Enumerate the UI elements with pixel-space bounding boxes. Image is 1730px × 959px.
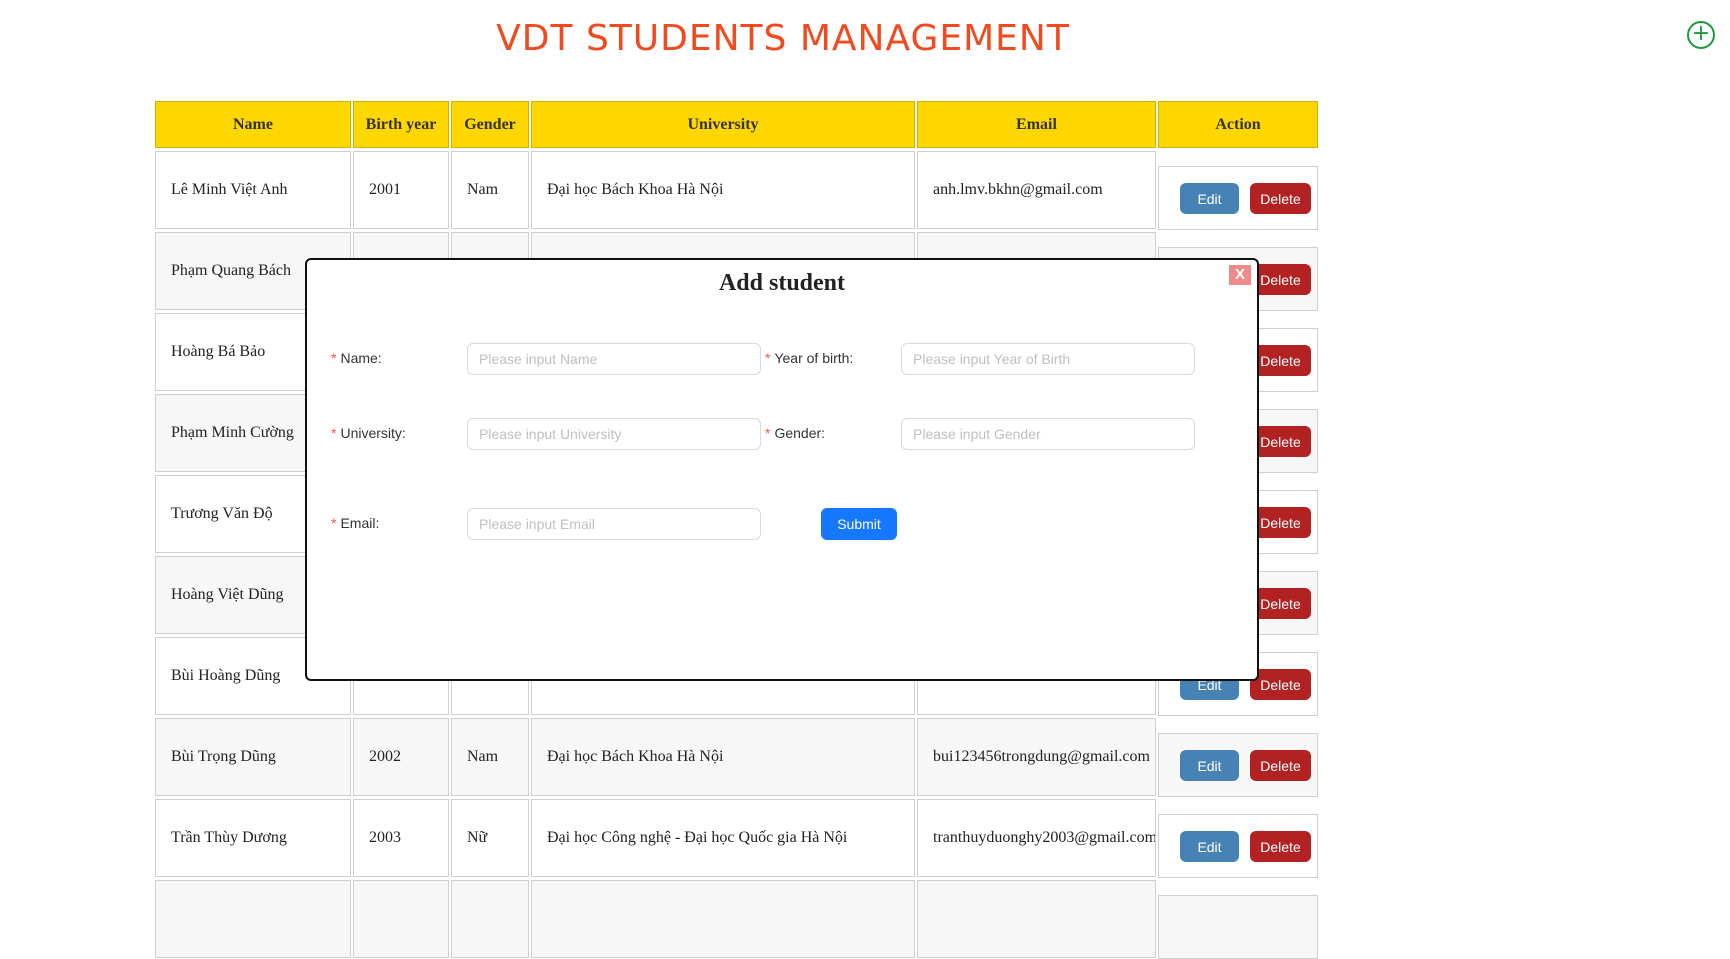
delete-button[interactable]: Delete	[1250, 426, 1311, 457]
delete-button[interactable]: Delete	[1250, 345, 1311, 376]
gender-label-text: Gender:	[774, 425, 826, 441]
gender-label: * Gender:	[765, 425, 825, 441]
header-action: Action	[1158, 101, 1318, 148]
cell-gender: Nữ	[451, 799, 529, 877]
name-input[interactable]	[467, 343, 761, 375]
required-mark: *	[331, 425, 337, 441]
required-mark: *	[331, 350, 337, 366]
cell-university: Đại học Bách Khoa Hà Nội	[531, 151, 915, 229]
gender-input[interactable]	[901, 418, 1195, 450]
cell-email	[917, 880, 1156, 958]
university-label: * University:	[331, 425, 406, 441]
header-name: Name	[155, 101, 351, 148]
cell-gender	[451, 880, 529, 958]
year-of-birth-label: * Year of birth:	[765, 350, 853, 366]
delete-button[interactable]: Delete	[1250, 183, 1311, 214]
year-of-birth-input[interactable]	[901, 343, 1195, 375]
cell-birth-year: 2002	[353, 718, 449, 796]
cell-birth-year: 2001	[353, 151, 449, 229]
delete-button[interactable]: Delete	[1250, 831, 1311, 862]
required-mark: *	[331, 515, 337, 531]
delete-button[interactable]: Delete	[1250, 264, 1311, 295]
close-icon[interactable]: X	[1229, 265, 1251, 285]
header-gender: Gender	[451, 101, 529, 148]
delete-button[interactable]: Delete	[1250, 750, 1311, 781]
add-student-dialog: Add student X *Name: *Year of birth: *Un…	[305, 258, 1259, 681]
email-label: * Email:	[331, 515, 379, 531]
cell-gender: Nam	[451, 718, 529, 796]
delete-button[interactable]: Delete	[1250, 669, 1311, 700]
cell-birth-year: 2003	[353, 799, 449, 877]
name-label-text: Name:	[340, 350, 382, 366]
cell-university	[531, 880, 915, 958]
edit-button[interactable]: Edit	[1180, 831, 1239, 862]
dialog-title: Add student	[718, 270, 846, 296]
delete-button[interactable]: Delete	[1250, 507, 1311, 538]
header-university: University	[531, 101, 915, 148]
add-student-icon[interactable]: +	[1687, 21, 1715, 49]
submit-button[interactable]: Submit	[821, 508, 897, 540]
required-mark: *	[765, 350, 771, 366]
university-input[interactable]	[467, 418, 761, 450]
delete-button[interactable]: Delete	[1250, 588, 1311, 619]
university-label-text: University:	[340, 425, 406, 441]
year-of-birth-label-text: Year of birth:	[774, 350, 854, 366]
required-mark: *	[765, 425, 771, 441]
edit-button[interactable]: Edit	[1180, 750, 1239, 781]
cell-university: Đại học Công nghệ - Đại học Quốc gia Hà …	[531, 799, 915, 877]
cell-name: Bùi Trọng Dũng	[155, 718, 351, 796]
email-label-text: Email:	[340, 515, 380, 531]
cell-action: Edit Delete	[1158, 166, 1318, 230]
cell-action: Edit Delete	[1158, 814, 1318, 878]
cell-email: tranthuyduonghy2003@gmail.com	[917, 799, 1156, 877]
cell-birth-year	[353, 880, 449, 958]
cell-name	[155, 880, 351, 958]
cell-name: Trần Thùy Dương	[155, 799, 351, 877]
email-input[interactable]	[467, 508, 761, 540]
cell-action	[1158, 895, 1318, 959]
cell-gender: Nam	[451, 151, 529, 229]
cell-university: Đại học Bách Khoa Hà Nội	[531, 718, 915, 796]
page-title: VDT STUDENTS MANAGEMENT	[496, 18, 1070, 59]
cell-email: bui123456trongdung@gmail.com	[917, 718, 1156, 796]
cell-name: Lê Minh Việt Anh	[155, 151, 351, 229]
edit-button[interactable]: Edit	[1180, 183, 1239, 214]
header-email: Email	[917, 101, 1156, 148]
cell-action: Edit Delete	[1158, 733, 1318, 797]
cell-email: anh.lmv.bkhn@gmail.com	[917, 151, 1156, 229]
name-label: * Name:	[331, 350, 382, 366]
header-birth-year: Birth year	[353, 101, 449, 148]
